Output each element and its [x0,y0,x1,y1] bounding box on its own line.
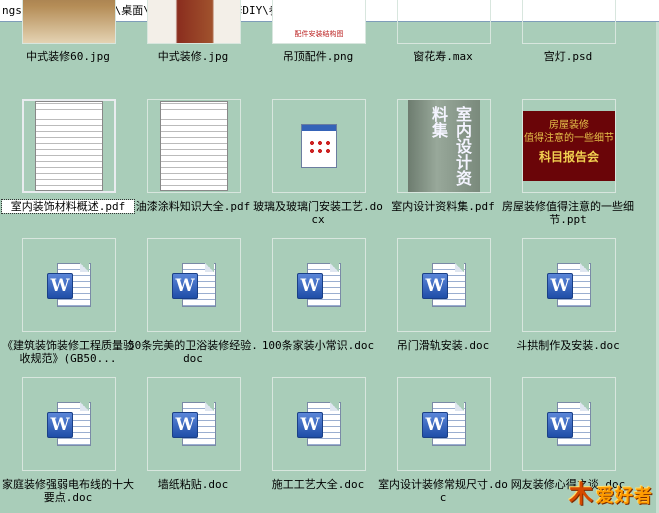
file-item[interactable]: W 施工工艺大全.doc [258,377,378,513]
doc-thumbnail: W [522,238,616,332]
document-page-preview [35,101,103,191]
file-name: 室内装饰材料概述.pdf [1,199,135,214]
slide-title: 科目报告会 [538,150,599,164]
doc-thumbnail: W [397,238,491,332]
ppt-thumbnail: 房屋装修 值得注意的一些细节 科目报告会 [522,99,616,193]
word-doc-icon: W [545,261,593,309]
word-doc-icon: W [45,400,93,448]
max-file-thumbnail [397,0,491,44]
pdf-thumbnail [147,99,241,193]
file-name: 玻璃及玻璃门安装工艺.docx [253,200,383,226]
book-cover-preview: 室内设计资料集 [408,100,480,192]
image-thumbnail [22,0,116,44]
slide-text: 房屋装修 [549,120,589,131]
image-thumbnail: 配件安装结构图 [272,0,366,44]
pdf-thumbnail [22,99,116,193]
file-name: 吊门滑轨安装.doc [396,339,490,352]
slide-text: 值得注意的一些细节 [524,133,614,144]
doc-thumbnail: W [272,377,366,471]
file-item[interactable]: 油漆涂料知识大全.pdf [133,99,253,235]
file-item[interactable]: 房屋装修 值得注意的一些细节 科目报告会 房屋装修值得注意的一些细节.ppt [502,99,634,235]
watermark-logo: 木爱好者 [569,480,653,508]
file-name: 窗花寿.max [413,50,473,63]
word-doc-icon: W [170,400,218,448]
word-doc-icon: W [295,261,343,309]
file-item[interactable]: W 室内设计装修常规尺寸.doc [378,377,508,513]
word-doc-icon: W [545,400,593,448]
file-name: 房屋装修值得注意的一些细节.ppt [502,200,634,226]
file-name: 吊顶配件.png [282,50,354,63]
file-name: 施工工艺大全.doc [271,478,365,491]
file-item[interactable]: W 《建筑装饰装修工程质量验收规范》(GB50... [2,238,134,374]
file-name: 中式装修.jpg [157,50,229,63]
file-item[interactable]: W 吊门滑轨安装.doc [383,238,503,374]
word-doc-icon: W [45,261,93,309]
document-page-preview [160,101,228,191]
file-name: 中式装修60.jpg [26,50,110,63]
file-name: 《建筑装饰装修工程质量验收规范》(GB50... [2,339,134,365]
word-doc-icon: W [420,400,468,448]
file-name: 斗拱制作及安装.doc [516,339,620,352]
docx-file-icon [301,124,337,168]
doc-thumbnail: W [22,238,116,332]
doc-thumbnail: W [272,238,366,332]
word-doc-icon: W [420,261,468,309]
file-item[interactable]: W 50条完美的卫浴装修经验.doc [128,238,258,374]
file-item[interactable]: 室内设计资料集 室内设计资料集.pdf [383,99,503,235]
doc-thumbnail: W [397,377,491,471]
file-name: 墙纸粘贴.doc [157,478,229,491]
docx-thumbnail [272,99,366,193]
doc-thumbnail: W [147,377,241,471]
slide-preview: 房屋装修 值得注意的一些细节 科目报告会 [523,111,615,181]
word-doc-icon: W [295,400,343,448]
file-name: 100条家装小常识.doc [261,339,375,352]
doc-thumbnail: W [522,377,616,471]
file-item[interactable]: W 家庭装修强弱电布线的十大要点.doc [2,377,134,513]
file-name: 室内设计装修常规尺寸.doc [378,478,508,504]
book-cover-title: 室内设计资料集 [429,106,472,186]
word-doc-icon: W [170,261,218,309]
file-item[interactable]: W 斗拱制作及安装.doc [508,238,628,374]
psd-file-thumbnail [522,0,616,44]
file-name: 油漆涂料知识大全.pdf [135,200,251,213]
image-thumbnail [147,0,241,44]
file-name: 室内设计资料集.pdf [391,200,495,213]
file-item[interactable]: W 墙纸粘贴.doc [133,377,253,513]
file-item[interactable]: W 100条家装小常识.doc [258,238,378,374]
thumbnail-caption: 配件安装结构图 [294,30,344,38]
doc-thumbnail: W [147,238,241,332]
file-name: 家庭装修强弱电布线的十大要点.doc [2,478,134,504]
file-item[interactable]: 室内装饰材料概述.pdf [1,99,135,235]
file-item[interactable]: 玻璃及玻璃门安装工艺.docx [253,99,383,235]
file-name: 宫灯.psd [543,50,593,63]
file-name: 50条完美的卫浴装修经验.doc [128,339,258,365]
doc-thumbnail: W [22,377,116,471]
pdf-thumbnail: 室内设计资料集 [397,99,491,193]
